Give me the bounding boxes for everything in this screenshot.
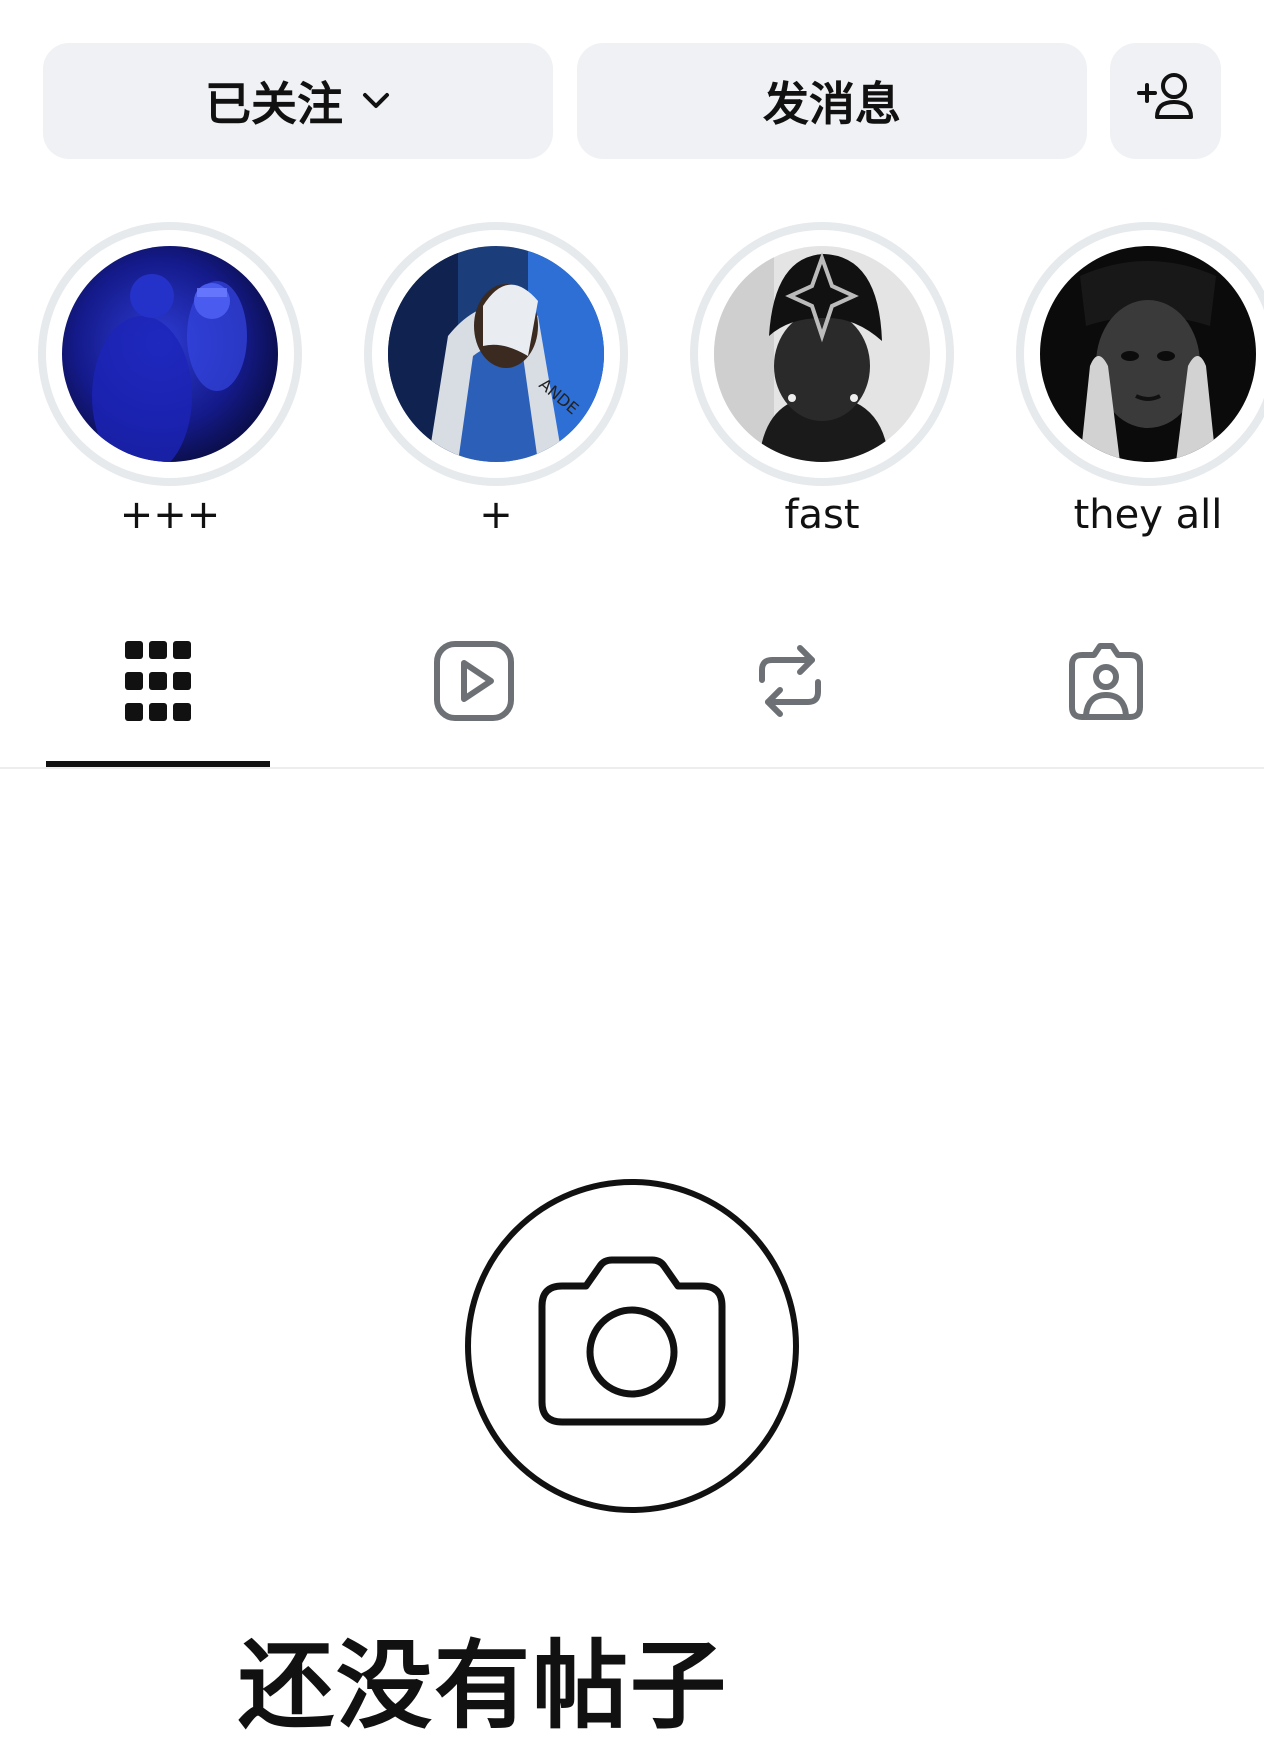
tagged-person-icon bbox=[1066, 641, 1146, 725]
empty-state-title: 还没有帖子 bbox=[238, 1630, 728, 1742]
highlight-cover-image bbox=[62, 246, 278, 462]
repost-icon bbox=[756, 640, 824, 726]
tab-reels[interactable] bbox=[424, 628, 524, 738]
highlight-ring[interactable] bbox=[690, 222, 954, 486]
highlight-ring[interactable] bbox=[1016, 222, 1264, 486]
reels-play-icon bbox=[434, 641, 514, 725]
highlight-item[interactable]: they all bbox=[1016, 222, 1264, 538]
following-button[interactable]: 已关注 bbox=[43, 43, 553, 159]
highlight-cover-image: ANDE bbox=[388, 246, 604, 462]
highlight-item[interactable]: ANDE + bbox=[364, 222, 628, 538]
camera-icon bbox=[464, 1178, 800, 1514]
highlight-item[interactable]: +++ bbox=[38, 222, 302, 538]
suggest-people-button[interactable] bbox=[1110, 43, 1221, 159]
tab-reposts[interactable] bbox=[740, 628, 840, 738]
highlight-label: they all bbox=[1073, 492, 1223, 538]
highlight-label: +++ bbox=[119, 492, 221, 538]
following-label: 已关注 bbox=[205, 77, 343, 131]
highlight-cover-image bbox=[1040, 246, 1256, 462]
tab-tagged[interactable] bbox=[1056, 628, 1156, 738]
grid-icon bbox=[125, 641, 191, 725]
highlight-label: fast bbox=[784, 492, 860, 538]
chevron-down-icon bbox=[361, 91, 391, 111]
message-label: 发消息 bbox=[763, 77, 901, 131]
highlight-item[interactable]: fast bbox=[690, 222, 954, 538]
highlight-label: + bbox=[479, 492, 513, 538]
highlight-cover-image bbox=[714, 246, 930, 462]
highlight-ring[interactable]: ANDE bbox=[364, 222, 628, 486]
add-person-icon bbox=[1135, 69, 1197, 134]
tab-posts[interactable] bbox=[108, 628, 208, 738]
message-button[interactable]: 发消息 bbox=[577, 43, 1087, 159]
highlight-ring[interactable] bbox=[38, 222, 302, 486]
tab-divider bbox=[0, 767, 1264, 769]
